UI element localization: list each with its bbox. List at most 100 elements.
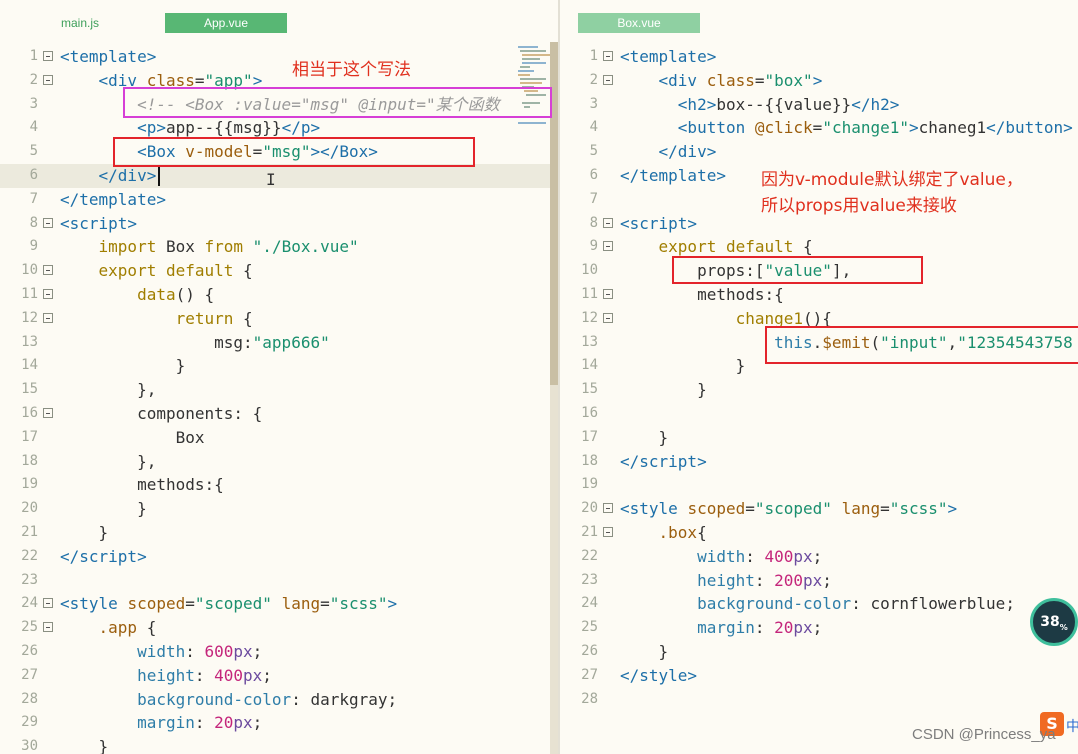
- right-code-area[interactable]: 1 <template> 2 <div class="box"> 3 <h2>box-…: [560, 45, 1078, 711]
- fold-toggle-icon[interactable]: [603, 241, 613, 252]
- fold-toggle-icon[interactable]: [603, 526, 613, 537]
- code-line[interactable]: 26 width: 600px;: [0, 640, 559, 664]
- code-text: <template>: [620, 47, 717, 66]
- code-text: <script>: [620, 213, 698, 233]
- code-line[interactable]: 10 export default {: [0, 259, 559, 283]
- code-line[interactable]: 5 </div>: [560, 140, 1078, 164]
- line-number: 15: [581, 381, 598, 398]
- code-line[interactable]: 11 methods:{: [560, 283, 1078, 307]
- code-line[interactable]: 10 props:["value"],: [560, 259, 1078, 283]
- fold-toggle-icon[interactable]: [43, 74, 53, 85]
- line-number: 18: [581, 452, 598, 469]
- code-text: background-color: darkgray;: [137, 689, 398, 709]
- fold-toggle-icon[interactable]: [43, 622, 53, 633]
- code-line[interactable]: 16 components: {: [0, 402, 559, 426]
- fold-toggle-icon[interactable]: [603, 74, 613, 85]
- code-line[interactable]: 5 <Box v-model="msg"></Box>: [0, 140, 559, 164]
- code-line[interactable]: 2 <div class="box">: [560, 69, 1078, 93]
- code-line[interactable]: 28: [560, 688, 1078, 712]
- fold-toggle-icon[interactable]: [603, 312, 613, 323]
- code-line[interactable]: 23 height: 200px;: [560, 569, 1078, 593]
- code-line[interactable]: 23: [0, 569, 559, 593]
- code-line[interactable]: 17 Box: [0, 426, 559, 450]
- line-number: 7: [589, 190, 598, 207]
- code-line[interactable]: 15 },: [0, 378, 559, 402]
- code-line[interactable]: 13 this.$emit("input","12354543758: [560, 331, 1078, 355]
- code-line[interactable]: 7 </template>: [0, 188, 559, 212]
- code-line[interactable]: 12 change1(){: [560, 307, 1078, 331]
- fold-toggle-icon[interactable]: [43, 265, 53, 276]
- code-line[interactable]: 21 }: [0, 521, 559, 545]
- code-line[interactable]: 27 </style>: [560, 664, 1078, 688]
- left-code-area[interactable]: 1 <template> 2 <div class="app"> 3 <!-- <Bo…: [0, 45, 559, 754]
- code-line[interactable]: 11 data() {: [0, 283, 559, 307]
- tab-box-vue[interactable]: Box.vue: [578, 13, 700, 33]
- performance-gauge[interactable]: 38%: [1030, 598, 1078, 646]
- left-editor-pane[interactable]: main.js App.vue 1 <template> 2 <div class=…: [0, 0, 559, 754]
- line-number: 20: [581, 500, 598, 517]
- code-line[interactable]: 12 return {: [0, 307, 559, 331]
- code-line[interactable]: 28 background-color: darkgray;: [0, 688, 559, 712]
- left-minimap[interactable]: [516, 44, 552, 124]
- code-line[interactable]: 18 </script>: [560, 450, 1078, 474]
- fold-toggle-icon[interactable]: [43, 51, 53, 61]
- code-text: margin: 20px;: [137, 713, 263, 733]
- code-text: <button @click="change1">chaneg1</button…: [677, 118, 1073, 138]
- code-line[interactable]: 15 }: [560, 378, 1078, 402]
- code-line[interactable]: 25 margin: 20px;: [560, 616, 1078, 640]
- fold-toggle-icon[interactable]: [43, 312, 53, 323]
- code-line[interactable]: 22 </script>: [0, 545, 559, 569]
- code-line[interactable]: 22 width: 400px;: [560, 545, 1078, 569]
- code-line[interactable]: 9 import Box from "./Box.vue": [0, 235, 559, 259]
- code-line[interactable]: 14 }: [0, 354, 559, 378]
- code-text: }: [620, 356, 746, 376]
- code-line[interactable]: 1 <template>: [560, 45, 1078, 69]
- code-line[interactable]: 25 .app {: [0, 616, 559, 640]
- fold-toggle-icon[interactable]: [603, 51, 613, 61]
- code-line[interactable]: 19 methods:{: [0, 473, 559, 497]
- code-line[interactable]: 19: [560, 473, 1078, 497]
- code-line[interactable]: 9 export default {: [560, 235, 1078, 259]
- code-line[interactable]: 24 background-color: cornflowerblue;: [560, 592, 1078, 616]
- code-text: <div class="box">: [658, 70, 823, 90]
- code-line[interactable]: 20 <style scoped="scoped" lang="scss">: [560, 497, 1078, 521]
- fold-toggle-icon[interactable]: [603, 217, 613, 228]
- code-text: margin: 20px;: [697, 618, 823, 638]
- code-line[interactable]: 26 }: [560, 640, 1078, 664]
- right-editor-pane[interactable]: Box.vue 1 <template> 2 <div class="box"> 3 …: [560, 0, 1078, 754]
- code-line[interactable]: 21 .box{: [560, 521, 1078, 545]
- code-line[interactable]: 29 margin: 20px;: [0, 711, 559, 735]
- code-line[interactable]: 4 <p>app--{{msg}}</p>: [0, 116, 559, 140]
- code-line[interactable]: 4 <button @click="change1">chaneg1</butt…: [560, 116, 1078, 140]
- ime-mode-label[interactable]: 中: [1066, 716, 1078, 736]
- code-line[interactable]: 27 height: 400px;: [0, 664, 559, 688]
- fold-toggle-icon[interactable]: [43, 217, 53, 228]
- code-line[interactable]: 6 </div>: [0, 163, 559, 188]
- fold-toggle-icon[interactable]: [43, 598, 53, 609]
- code-line[interactable]: 16: [560, 402, 1078, 426]
- code-line[interactable]: 8 <script>: [0, 212, 559, 236]
- fold-toggle-icon[interactable]: [603, 288, 613, 299]
- code-text: background-color: cornflowerblue;: [697, 594, 1015, 614]
- code-line[interactable]: 3 <!-- <Box :value="msg" @input="某个函数: [0, 93, 559, 117]
- code-line[interactable]: 20 }: [0, 497, 559, 521]
- tab-app-vue[interactable]: App.vue: [165, 13, 287, 33]
- code-text: </script>: [60, 546, 147, 566]
- code-line[interactable]: 2 <div class="app">: [0, 69, 559, 93]
- line-number: 19: [581, 476, 598, 493]
- line-number: 7: [29, 190, 38, 207]
- code-line[interactable]: 30 }: [0, 735, 559, 754]
- fold-toggle-icon[interactable]: [43, 288, 53, 299]
- tab-main-js[interactable]: main.js: [40, 13, 120, 33]
- fold-toggle-icon[interactable]: [43, 407, 53, 418]
- line-number: 28: [21, 690, 38, 707]
- code-line[interactable]: 3 <h2>box--{{value}}</h2>: [560, 93, 1078, 117]
- code-line[interactable]: 13 msg:"app666": [0, 331, 559, 355]
- line-number: 3: [29, 95, 38, 112]
- code-line[interactable]: 18 },: [0, 450, 559, 474]
- code-line[interactable]: 24 <style scoped="scoped" lang="scss">: [0, 592, 559, 616]
- code-line[interactable]: 17 }: [560, 426, 1078, 450]
- code-line[interactable]: 1 <template>: [0, 45, 559, 69]
- code-line[interactable]: 14 }: [560, 354, 1078, 378]
- fold-toggle-icon[interactable]: [603, 503, 613, 514]
